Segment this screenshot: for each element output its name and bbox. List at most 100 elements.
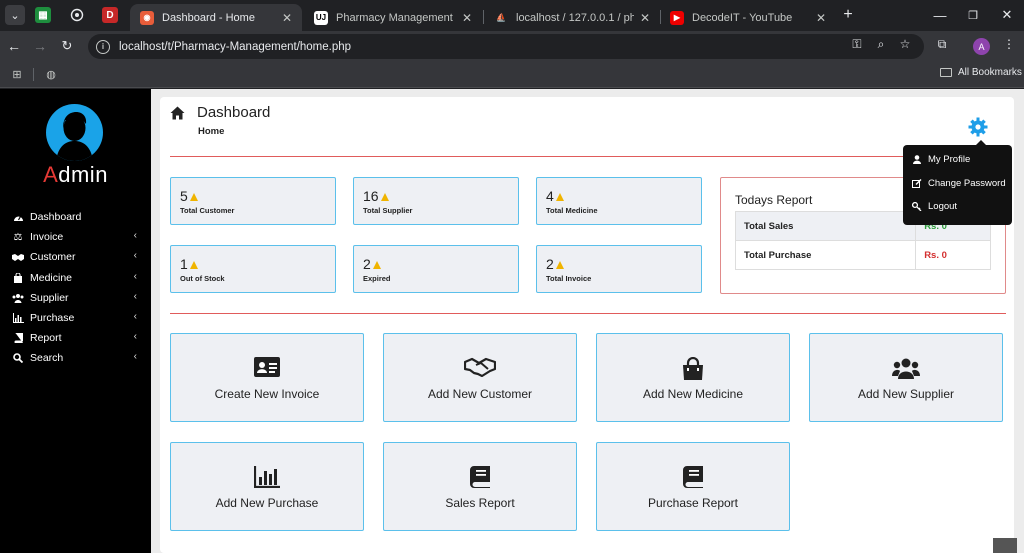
stat-card-total-supplier[interactable]: 16 Total Supplier: [353, 177, 519, 225]
stat-value: 2: [546, 256, 554, 272]
reload-button[interactable]: ↻: [57, 36, 77, 56]
sidebar-item-dashboard[interactable]: Dashboard: [0, 207, 151, 227]
stat-card-total-invoice[interactable]: 2 Total Invoice: [536, 245, 702, 293]
section-divider: [170, 313, 1006, 314]
search-icon: [12, 353, 24, 364]
profile-avatar[interactable]: A: [973, 38, 990, 55]
bookmark-star-icon[interactable]: ☆: [896, 35, 914, 53]
tab-dashboard-home[interactable]: ◉ Dashboard - Home ✕: [130, 4, 302, 31]
chevron-left-icon: ‹: [133, 310, 137, 322]
sidebar-item-report[interactable]: Report ‹: [0, 328, 151, 348]
sidebar-item-medicine[interactable]: Medicine ‹: [0, 268, 151, 288]
globe-icon[interactable]: ◍: [44, 67, 58, 81]
apps-grid-icon[interactable]: ⊞: [10, 67, 24, 81]
book-icon: [12, 333, 24, 344]
stat-label: Total Invoice: [546, 274, 592, 283]
stat-value: 4: [546, 188, 554, 204]
close-icon[interactable]: ✕: [462, 11, 472, 25]
book-icon: [470, 466, 490, 488]
book-icon: [683, 466, 703, 488]
browser-tab-bar: ⌄ ▦ D ◉ Dashboard - Home ✕ UJ Pharmacy M…: [0, 0, 1024, 31]
purchase-report-button[interactable]: Purchase Report: [596, 442, 790, 531]
chevron-left-icon: ‹: [133, 230, 137, 242]
action-label: Add New Purchase: [215, 496, 319, 510]
menu-item-change-password[interactable]: Change Password: [912, 178, 1006, 189]
action-label: Sales Report: [445, 496, 515, 510]
all-bookmarks-label: All Bookmarks: [958, 67, 1022, 78]
handshake-icon: [464, 357, 496, 377]
all-bookmarks-button[interactable]: All Bookmarks: [940, 67, 1022, 78]
tab-title: DecodeIT - YouTube: [692, 11, 793, 24]
chevron-down-icon: ⌄: [10, 9, 20, 22]
chevron-left-icon: ‹: [133, 250, 137, 262]
menu-item-label: My Profile: [928, 154, 971, 165]
warning-icon: [189, 193, 198, 201]
stat-label: Expired: [363, 274, 391, 283]
tab-pharmacy-management[interactable]: UJ Pharmacy Management System ✕: [304, 4, 482, 31]
sidebar-item-supplier[interactable]: Supplier ‹: [0, 288, 151, 308]
add-new-medicine-button[interactable]: Add New Medicine: [596, 333, 790, 422]
restore-button[interactable]: ❐: [962, 5, 984, 25]
back-button[interactable]: ←: [4, 36, 24, 56]
close-icon[interactable]: ✕: [282, 11, 292, 25]
chatgpt-icon[interactable]: [69, 7, 85, 23]
user-icon: [912, 155, 922, 164]
info-icon[interactable]: i: [96, 39, 110, 54]
sidebar-item-search[interactable]: Search ‹: [0, 348, 151, 368]
sidebar-item-label: Customer: [30, 251, 76, 264]
add-new-purchase-button[interactable]: Add New Purchase: [170, 442, 364, 531]
d-app-icon[interactable]: D: [102, 7, 118, 23]
stat-card-total-medicine[interactable]: 4 Total Medicine: [536, 177, 702, 225]
sheets-icon[interactable]: ▦: [35, 7, 51, 23]
forward-button[interactable]: →: [30, 36, 50, 56]
stat-card-out-of-stock[interactable]: 1 Out of Stock: [170, 245, 336, 293]
sidebar-item-label: Dashboard: [30, 211, 82, 224]
menu-item-my-profile[interactable]: My Profile: [912, 154, 970, 165]
add-new-supplier-button[interactable]: Add New Supplier: [809, 333, 1003, 422]
close-icon[interactable]: ✕: [816, 11, 826, 25]
tab-phpmyadmin[interactable]: ⛵ localhost / 127.0.0.1 / pharmacy ✕: [484, 4, 660, 31]
menu-item-logout[interactable]: Logout: [912, 201, 957, 212]
password-key-icon[interactable]: ⚿: [848, 35, 866, 53]
address-bar[interactable]: i localhost/t/Pharmacy-Management/home.p…: [88, 34, 924, 59]
add-new-customer-button[interactable]: Add New Customer: [383, 333, 577, 422]
warning-icon: [555, 261, 564, 269]
shopping-bag-icon: [683, 357, 703, 380]
stat-card-total-customer[interactable]: 5 Total Customer: [170, 177, 336, 225]
tab-youtube[interactable]: ▶ DecodeIT - YouTube ✕: [660, 4, 836, 31]
sales-report-button[interactable]: Sales Report: [383, 442, 577, 531]
close-icon[interactable]: ✕: [640, 11, 650, 25]
handshake-icon: [12, 253, 24, 262]
action-label: Create New Invoice: [214, 387, 320, 401]
main-content: Dashboard Home 5 Total Customer 16 Total…: [151, 89, 1024, 553]
tab-search-button[interactable]: ⌄: [5, 5, 25, 25]
minimize-button[interactable]: —: [929, 5, 951, 25]
warning-icon: [372, 261, 381, 269]
new-tab-button[interactable]: +: [837, 5, 859, 25]
action-label: Purchase Report: [647, 496, 739, 510]
sidebar-item-invoice[interactable]: ⚖ Invoice ‹: [0, 227, 151, 247]
header-divider: [170, 156, 1004, 157]
create-new-invoice-button[interactable]: Create New Invoice: [170, 333, 364, 422]
chevron-left-icon: ‹: [133, 351, 137, 363]
arrow-right-icon: →: [33, 38, 47, 54]
stat-value: 16: [363, 188, 379, 204]
more-menu-icon[interactable]: ⋮: [1000, 35, 1018, 53]
stat-card-expired[interactable]: 2 Expired: [353, 245, 519, 293]
gear-icon[interactable]: [968, 117, 988, 137]
bookmarks-bar: ⊞ ◍ All Bookmarks: [0, 61, 1024, 88]
reload-icon: ↻: [61, 38, 73, 53]
edit-icon: [912, 179, 922, 188]
sidebar-item-purchase[interactable]: Purchase ‹: [0, 308, 151, 328]
sidebar-item-customer[interactable]: Customer ‹: [0, 247, 151, 267]
extensions-icon[interactable]: ⧉: [933, 35, 951, 53]
zoom-icon[interactable]: ⌕: [872, 35, 890, 53]
tab-title: Dashboard - Home: [162, 11, 255, 24]
action-label: Add New Supplier: [857, 387, 955, 401]
stat-value: 5: [180, 188, 188, 204]
report-label: Total Purchase: [734, 240, 917, 270]
close-window-button[interactable]: ✕: [996, 5, 1018, 25]
sidebar-item-label: Purchase: [30, 312, 75, 325]
address-url[interactable]: localhost/t/Pharmacy-Management/home.php: [119, 41, 351, 53]
breadcrumb[interactable]: Home: [198, 126, 224, 137]
